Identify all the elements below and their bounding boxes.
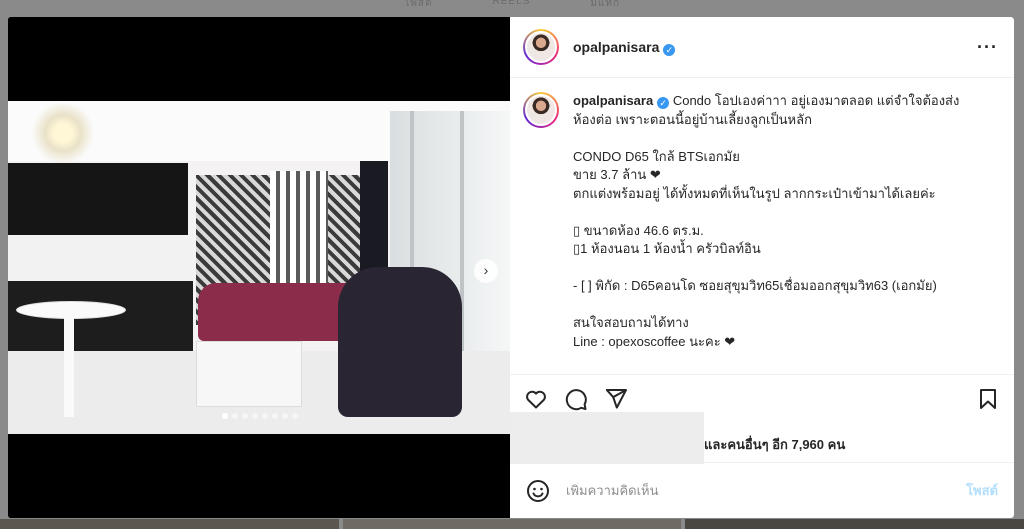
- post-side-panel: opalpanisara ✓ ··· opalpanisara ✓ Condo โอ…: [510, 17, 1014, 518]
- caption-text: opalpanisara ✓ Condo โอปเองค่าาา อยู่เองม…: [573, 92, 983, 374]
- caption-line: - [ ] พิกัด : D65คอนโด ซอยสุขุมวิท65เชื่…: [573, 278, 937, 293]
- emoji-icon[interactable]: [526, 479, 550, 503]
- likes-row: และคนอื่นๆ อีก 7,960 คน: [510, 412, 1014, 464]
- carousel-dot: [242, 413, 248, 419]
- carousel-dot: [222, 413, 228, 419]
- caption-line: CONDO D65 ใกล้ BTSเอกมัย: [573, 148, 740, 164]
- caption-line: สนใจสอบถามได้ทาง: [573, 315, 689, 330]
- carousel-dot: [262, 413, 268, 419]
- carousel-dot: [282, 413, 288, 419]
- caption-line: ขาย 3.7 ล้าน ❤: [573, 167, 661, 182]
- background-tab: โพสต์: [403, 0, 433, 9]
- caption-line: [573, 259, 983, 278]
- verified-badge-icon: ✓: [663, 43, 676, 56]
- carousel-dot: [292, 413, 298, 419]
- post-comment-button[interactable]: โพสต์: [966, 480, 998, 501]
- blurred-likers: [510, 412, 704, 464]
- caption-avatar[interactable]: [523, 92, 559, 128]
- more-horizontal-icon[interactable]: ···: [977, 37, 998, 58]
- caption-line: [573, 129, 983, 148]
- caption-line: opalpanisara ✓ Condo โอปเองค่าาา อยู่เองม…: [573, 93, 960, 109]
- caption-line: ▯ ขนาดห้อง 46.6 ตร.ม.: [573, 222, 704, 238]
- caption-line: ▯1 ห้องนอน 1 ห้องน้ำ ครัวบิลท์อิน: [573, 241, 761, 256]
- caption-area: opalpanisara ✓ Condo โอปเองค่าาา อยู่เองม…: [510, 78, 1014, 374]
- carousel-dot: [252, 413, 258, 419]
- background-profile-tabs: โพสต์ REELS มีแท็ก: [0, 0, 1024, 12]
- caption-line: [573, 296, 983, 315]
- caption-username[interactable]: opalpanisara: [573, 93, 653, 108]
- background-tab: REELS: [492, 0, 531, 7]
- comment-bar: โพสต์: [510, 462, 1014, 518]
- caption-line: ห้องต่อ เพราะตอนนี้อยู่บ้านเลี้ยงลูกเป็น…: [573, 111, 812, 127]
- carousel-dots: [8, 413, 510, 419]
- chandelier-graphic: [30, 103, 96, 163]
- verified-badge-icon: ✓: [657, 97, 670, 109]
- send-icon[interactable]: [604, 387, 628, 411]
- username-link[interactable]: opalpanisara ✓: [573, 38, 676, 56]
- post-modal: › opalpanisara ✓ ··· opalpanisara ✓ Condo …: [8, 17, 1014, 518]
- comment-input[interactable]: [566, 483, 967, 498]
- username-text: opalpanisara: [573, 38, 660, 55]
- carousel-dot: [272, 413, 278, 419]
- caption-line: Line : opexoscoffee นะคะ ❤: [573, 333, 736, 349]
- heart-icon[interactable]: [524, 387, 548, 411]
- carousel-dot: [232, 413, 238, 419]
- armchair-graphic: [338, 267, 462, 417]
- background-thumbnails: [0, 519, 1024, 529]
- post-header: opalpanisara ✓ ···: [510, 17, 1014, 78]
- caption-line: [573, 203, 983, 222]
- bookmark-icon[interactable]: [976, 387, 1000, 411]
- chevron-right-icon[interactable]: ›: [474, 259, 498, 283]
- post-photo: ›: [8, 101, 510, 434]
- comment-icon[interactable]: [564, 387, 588, 411]
- background-tab: มีแท็ก: [590, 0, 621, 9]
- likes-count[interactable]: และคนอื่นๆ อีก 7,960 คน: [704, 434, 845, 455]
- post-media: ›: [8, 17, 510, 518]
- avatar[interactable]: [523, 29, 559, 65]
- caption-line: ตกแต่งพร้อมอยู่ ได้ทั้งหมดที่เห็นในรูป ล…: [573, 185, 936, 201]
